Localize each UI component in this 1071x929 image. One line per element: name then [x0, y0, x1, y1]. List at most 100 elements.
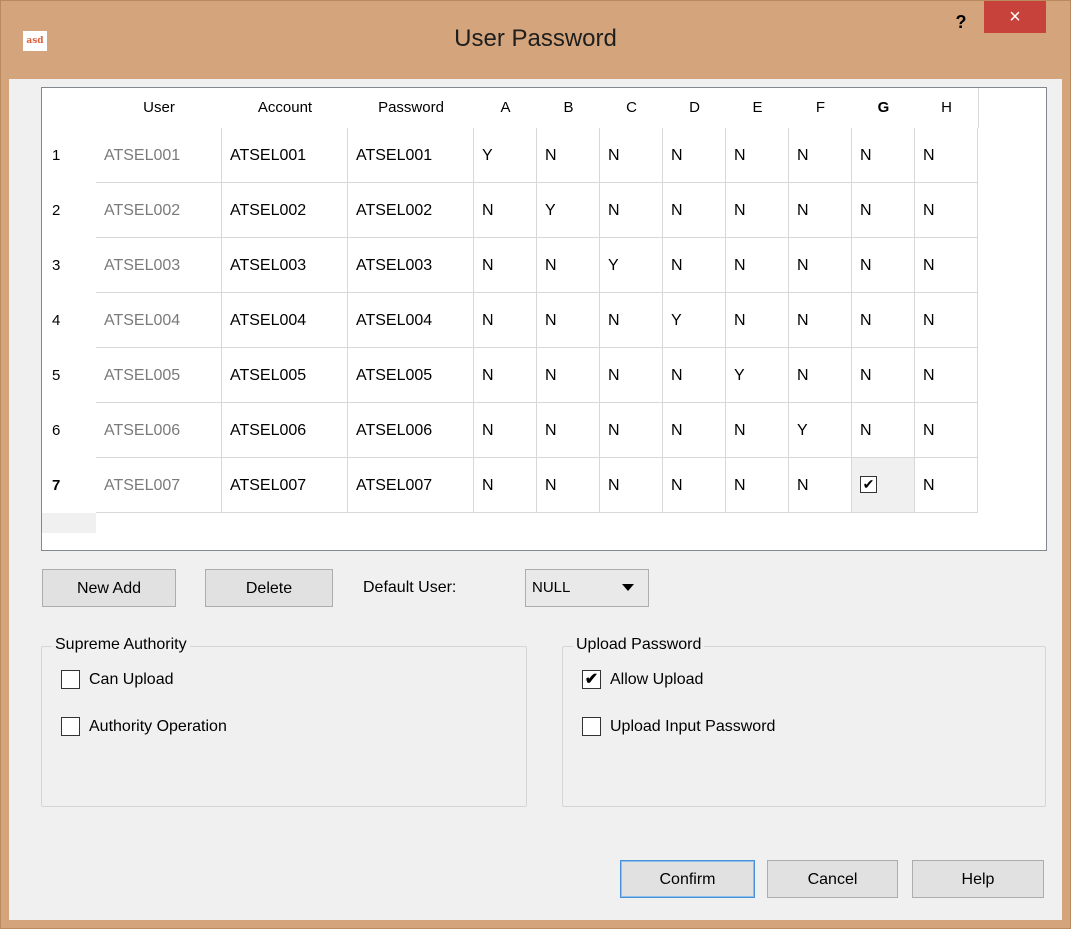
column-header-c[interactable]: C — [600, 88, 664, 128]
can-upload-box[interactable] — [61, 670, 80, 689]
table-cell-flag-g[interactable]: N — [852, 348, 915, 403]
table-cell-flag-a[interactable]: N — [474, 348, 537, 403]
column-header-h[interactable]: H — [915, 88, 979, 128]
table-cell-flag-a[interactable]: N — [474, 238, 537, 293]
table-cell-flag-g[interactable]: N — [852, 403, 915, 458]
table-cell-password[interactable]: ATSEL006 — [348, 403, 474, 458]
table-cell-flag-d[interactable]: Y — [663, 293, 726, 348]
table-cell-flag-d[interactable]: N — [663, 238, 726, 293]
table-cell-flag-e[interactable]: N — [726, 403, 789, 458]
table-cell-flag-e[interactable]: N — [726, 128, 789, 183]
table-cell-flag-f[interactable]: N — [789, 128, 852, 183]
table-cell-user[interactable]: ATSEL007 — [96, 458, 222, 513]
table-cell-flag-f[interactable]: N — [789, 348, 852, 403]
table-cell-flag-d[interactable]: N — [663, 403, 726, 458]
table-cell-account[interactable]: ATSEL007 — [222, 458, 348, 513]
table-cell-flag-e[interactable]: Y — [726, 348, 789, 403]
column-header-user[interactable]: User — [96, 88, 223, 128]
table-cell-flag-b[interactable]: N — [537, 458, 600, 513]
table-cell-flag-f[interactable]: N — [789, 293, 852, 348]
table-cell-flag-d[interactable]: N — [663, 183, 726, 238]
cancel-button[interactable]: Cancel — [767, 860, 898, 898]
user-table[interactable]: User Account Password A B C D E F G H 1 ATSEL001 ATSE… — [41, 87, 1047, 551]
table-cell-password[interactable]: ATSEL005 — [348, 348, 474, 403]
table-cell-flag-c[interactable]: Y — [600, 238, 663, 293]
table-cell-password[interactable]: ATSEL001 — [348, 128, 474, 183]
table-cell-account[interactable]: ATSEL003 — [222, 238, 348, 293]
table-cell-flag-c[interactable]: N — [600, 458, 663, 513]
table-cell-account[interactable]: ATSEL004 — [222, 293, 348, 348]
close-button[interactable]: × — [984, 1, 1046, 33]
table-cell-flag-d[interactable]: N — [663, 348, 726, 403]
table-cell-flag-g[interactable]: ✔ — [852, 458, 915, 513]
table-cell-flag-h[interactable]: N — [915, 293, 978, 348]
delete-button[interactable]: Delete — [205, 569, 333, 607]
table-cell-flag-f[interactable]: N — [789, 183, 852, 238]
table-cell-flag-f[interactable]: N — [789, 238, 852, 293]
table-cell-flag-e[interactable]: N — [726, 238, 789, 293]
row-header[interactable]: 4 — [42, 293, 96, 348]
title-bar[interactable]: asd User Password ? × — [1, 1, 1070, 79]
table-cell-flag-b[interactable]: N — [537, 348, 600, 403]
table-cell-user[interactable]: ATSEL001 — [96, 128, 222, 183]
table-cell-flag-h[interactable]: N — [915, 403, 978, 458]
confirm-button[interactable]: Confirm — [620, 860, 755, 898]
table-cell-flag-a[interactable]: N — [474, 403, 537, 458]
table-cell-flag-f[interactable]: N — [789, 458, 852, 513]
column-header-a[interactable]: A — [474, 88, 538, 128]
column-header-g[interactable]: G — [852, 88, 916, 128]
column-header-account[interactable]: Account — [222, 88, 349, 128]
table-cell-user[interactable]: ATSEL002 — [96, 183, 222, 238]
column-header-e[interactable]: E — [726, 88, 790, 128]
table-cell-account[interactable]: ATSEL001 — [222, 128, 348, 183]
table-cell-flag-d[interactable]: N — [663, 458, 726, 513]
table-cell-flag-g[interactable]: N — [852, 128, 915, 183]
table-cell-flag-c[interactable]: N — [600, 183, 663, 238]
row-header[interactable]: 3 — [42, 238, 96, 293]
column-header-b[interactable]: B — [537, 88, 601, 128]
table-cell-flag-b[interactable]: N — [537, 403, 600, 458]
row-header[interactable]: 6 — [42, 403, 96, 458]
table-cell-flag-c[interactable]: N — [600, 128, 663, 183]
default-user-select[interactable]: NULL — [525, 569, 649, 607]
column-header-password[interactable]: Password — [348, 88, 475, 128]
table-cell-flag-h[interactable]: N — [915, 458, 978, 513]
table-cell-flag-h[interactable]: N — [915, 183, 978, 238]
table-cell-password[interactable]: ATSEL003 — [348, 238, 474, 293]
table-cell-flag-e[interactable]: N — [726, 458, 789, 513]
allow-upload-box[interactable]: ✔ — [582, 670, 601, 689]
help-icon[interactable]: ? — [943, 7, 979, 37]
table-cell-account[interactable]: ATSEL005 — [222, 348, 348, 403]
table-cell-flag-g[interactable]: N — [852, 183, 915, 238]
table-cell-flag-h[interactable]: N — [915, 238, 978, 293]
table-cell-flag-a[interactable]: N — [474, 293, 537, 348]
row-header[interactable]: 5 — [42, 348, 96, 403]
table-cell-flag-b[interactable]: N — [537, 128, 600, 183]
new-add-button[interactable]: New Add — [42, 569, 176, 607]
row-header[interactable]: 1 — [42, 128, 96, 183]
column-header-d[interactable]: D — [663, 88, 727, 128]
table-cell-password[interactable]: ATSEL007 — [348, 458, 474, 513]
table-cell-flag-d[interactable]: N — [663, 128, 726, 183]
help-button[interactable]: Help — [912, 860, 1044, 898]
table-cell-user[interactable]: ATSEL003 — [96, 238, 222, 293]
table-cell-flag-b[interactable]: Y — [537, 183, 600, 238]
column-header-f[interactable]: F — [789, 88, 853, 128]
table-cell-user[interactable]: ATSEL006 — [96, 403, 222, 458]
table-cell-flag-b[interactable]: N — [537, 238, 600, 293]
table-cell-flag-a[interactable]: Y — [474, 128, 537, 183]
table-cell-flag-g[interactable]: N — [852, 238, 915, 293]
table-cell-account[interactable]: ATSEL002 — [222, 183, 348, 238]
table-cell-password[interactable]: ATSEL004 — [348, 293, 474, 348]
table-cell-flag-h[interactable]: N — [915, 128, 978, 183]
table-cell-flag-a[interactable]: N — [474, 183, 537, 238]
table-cell-flag-f[interactable]: Y — [789, 403, 852, 458]
checkmark-icon[interactable]: ✔ — [860, 475, 877, 493]
row-header[interactable]: 7 — [42, 458, 96, 513]
table-cell-flag-g[interactable]: N — [852, 293, 915, 348]
table-cell-flag-e[interactable]: N — [726, 183, 789, 238]
table-cell-flag-b[interactable]: N — [537, 293, 600, 348]
table-cell-flag-e[interactable]: N — [726, 293, 789, 348]
row-header[interactable]: 2 — [42, 183, 96, 238]
table-cell-flag-c[interactable]: N — [600, 293, 663, 348]
